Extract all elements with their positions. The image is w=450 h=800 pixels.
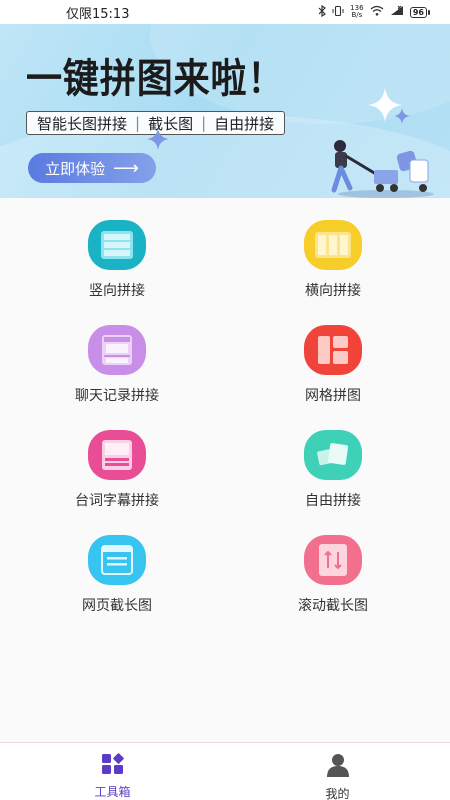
tool-free-stitch[interactable]: 自由拼接 xyxy=(253,430,413,510)
tool-webpage-screenshot[interactable]: 网页截长图 xyxy=(37,535,197,615)
promo-banner[interactable]: 一键拼图来啦！ 智能长图拼接 | 截长图 | 自由拼接 立即体验 ⟶ xyxy=(0,24,450,198)
tool-vertical-stitch[interactable]: 竖向拼接 xyxy=(37,220,197,300)
tool-subtitle-stitch[interactable]: 台词字幕拼接 xyxy=(37,430,197,510)
arrow-right-icon: ⟶ xyxy=(113,157,139,179)
tool-label: 自由拼接 xyxy=(305,493,361,509)
tool-horizontal-stitch[interactable]: 横向拼接 xyxy=(253,220,413,300)
wifi-icon xyxy=(370,5,384,19)
toolbox-icon xyxy=(101,753,125,779)
tool-grid-collage[interactable]: 网格拼图 xyxy=(253,325,413,405)
nav-label: 工具箱 xyxy=(94,785,131,799)
webpage-screenshot-icon xyxy=(88,535,146,585)
nav-profile[interactable]: 我的 xyxy=(225,743,450,800)
tool-label: 网格拼图 xyxy=(305,388,361,404)
tool-label: 网页截长图 xyxy=(82,598,152,614)
bluetooth-icon xyxy=(318,4,326,20)
person-pushing-cart-illustration xyxy=(331,140,434,198)
bottom-nav: 工具箱 我的 xyxy=(0,742,450,800)
tool-label: 台词字幕拼接 xyxy=(75,493,159,509)
signal-icon xyxy=(390,5,404,19)
status-icons: 136 B/s 96 xyxy=(318,4,430,20)
nav-toolbox[interactable]: 工具箱 xyxy=(0,743,225,800)
vertical-stitch-icon xyxy=(88,220,146,270)
net-speed: 136 B/s xyxy=(350,4,364,19)
horizontal-stitch-icon xyxy=(304,220,362,270)
tool-scroll-screenshot[interactable]: 滚动截长图 xyxy=(253,535,413,615)
chat-record-icon xyxy=(88,325,146,375)
subtitle-stitch-icon xyxy=(88,430,146,480)
vibrate-icon xyxy=(332,5,344,20)
try-now-button[interactable]: 立即体验 ⟶ xyxy=(28,153,156,183)
sparkle-small-icon xyxy=(394,108,410,124)
tool-label: 滚动截长图 xyxy=(298,598,368,614)
tool-label: 聊天记录拼接 xyxy=(75,388,159,404)
free-stitch-icon xyxy=(304,430,362,480)
profile-icon xyxy=(326,753,350,781)
grid-collage-icon xyxy=(304,325,362,375)
tool-chat-record-stitch[interactable]: 聊天记录拼接 xyxy=(37,325,197,405)
tool-label: 横向拼接 xyxy=(305,283,361,299)
status-bar: 仅限15:13 136 B/s 96 xyxy=(0,0,450,24)
sparkle-blue-icon xyxy=(147,128,169,150)
nav-label: 我的 xyxy=(325,787,350,800)
tool-label: 竖向拼接 xyxy=(89,283,145,299)
battery-level: 96 xyxy=(409,6,427,18)
status-time: 仅限15:13 xyxy=(66,6,130,22)
scroll-screenshot-icon xyxy=(304,535,362,585)
battery-icon: 96 xyxy=(409,6,430,18)
banner-title: 一键拼图来啦！ xyxy=(26,56,285,102)
